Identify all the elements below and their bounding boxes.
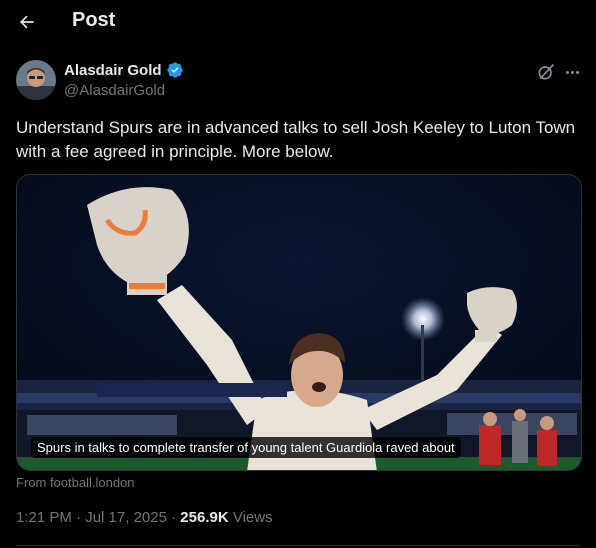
post-meta: 1:21 PM · Jul 17, 2025 · 256.9K Views <box>16 509 273 526</box>
more-icon-dot <box>570 70 574 74</box>
author-display-name[interactable]: Alasdair Gold <box>64 62 162 79</box>
more-icon-dot <box>565 70 569 74</box>
views-count: 256.9K <box>180 509 229 526</box>
card-caption: Spurs in talks to complete transfer of y… <box>31 437 461 458</box>
more-button[interactable] <box>562 62 582 82</box>
author-handle[interactable]: @AlasdairGold <box>64 82 165 99</box>
meta-separator: · <box>76 509 82 526</box>
post-date[interactable]: Jul 17, 2025 <box>85 509 167 526</box>
back-button[interactable] <box>14 9 40 35</box>
page-title: Post <box>72 9 116 31</box>
divider <box>16 545 580 546</box>
more-icon-dot <box>575 70 579 74</box>
views-label: Views <box>232 509 273 526</box>
tweet-text: Understand Spurs are in advanced talks t… <box>16 118 576 161</box>
author-name-row[interactable]: Alasdair Gold <box>64 61 184 79</box>
card-source[interactable]: From football.london <box>16 475 135 490</box>
post-time[interactable]: 1:21 PM <box>16 509 72 526</box>
verified-badge-icon <box>166 62 183 78</box>
avatar[interactable] <box>16 60 56 100</box>
top-bar: Post <box>0 0 596 44</box>
arrow-left-icon <box>20 15 34 29</box>
link-card[interactable]: Spurs in talks to complete transfer of y… <box>16 174 582 471</box>
meta-separator: · <box>171 509 177 526</box>
grok-icon <box>538 63 555 80</box>
article-photo <box>17 175 581 470</box>
grok-button[interactable] <box>536 62 556 82</box>
avatar-image <box>16 60 56 100</box>
